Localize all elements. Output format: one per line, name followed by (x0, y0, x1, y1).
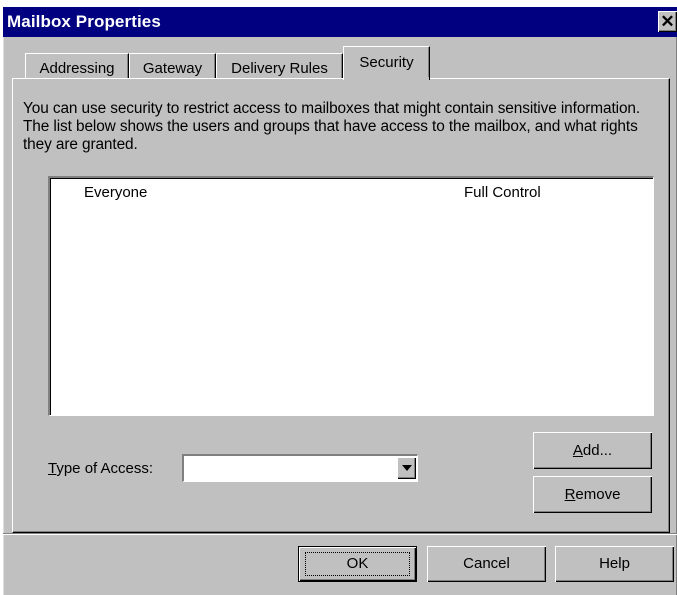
add-label: dd... (582, 442, 613, 459)
active-tab-joint (344, 77, 429, 80)
tab-gateway[interactable]: Gateway (129, 53, 216, 78)
type-of-access-select[interactable] (182, 454, 418, 482)
title-bar[interactable]: Mailbox Properties ✕ (3, 7, 677, 37)
type-of-access-label: Type of Access: (48, 460, 153, 477)
remove-label: emove (575, 486, 621, 503)
type-of-access-text: ype of Access: (56, 460, 154, 477)
close-icon[interactable]: ✕ (658, 11, 677, 32)
dropdown-arrow-icon[interactable] (397, 457, 416, 479)
cancel-label: Cancel (463, 555, 510, 572)
tab-addressing[interactable]: Addressing (25, 53, 129, 78)
separator-highlight (3, 534, 677, 535)
permission-user: Everyone (84, 184, 148, 201)
window-title: Mailbox Properties (7, 12, 161, 31)
focus-rectangle (305, 552, 410, 576)
permission-rights: Full Control (464, 184, 541, 201)
tab-delivery-rules[interactable]: Delivery Rules (216, 53, 343, 78)
tab-security[interactable]: Security (343, 46, 430, 80)
help-label: Help (599, 555, 630, 572)
tab-label: Security (359, 54, 414, 71)
cancel-button[interactable]: Cancel (427, 546, 546, 582)
tab-label: Addressing (39, 60, 115, 77)
add-button[interactable]: Add... (533, 432, 652, 469)
security-description: You can use security to restrict access … (23, 100, 641, 153)
add-mnemonic: A (572, 442, 583, 459)
list-item[interactable]: Everyone Full Control (50, 184, 653, 204)
ok-button[interactable]: OK (299, 547, 416, 581)
ok-button-frame: OK (298, 546, 417, 582)
help-button[interactable]: Help (555, 546, 674, 582)
remove-mnemonic: R (564, 486, 576, 503)
remove-button[interactable]: Remove (533, 476, 652, 513)
tab-label: Delivery Rules (231, 60, 328, 77)
tab-label: Gateway (142, 60, 203, 77)
permissions-list[interactable]: Everyone Full Control (48, 176, 654, 416)
